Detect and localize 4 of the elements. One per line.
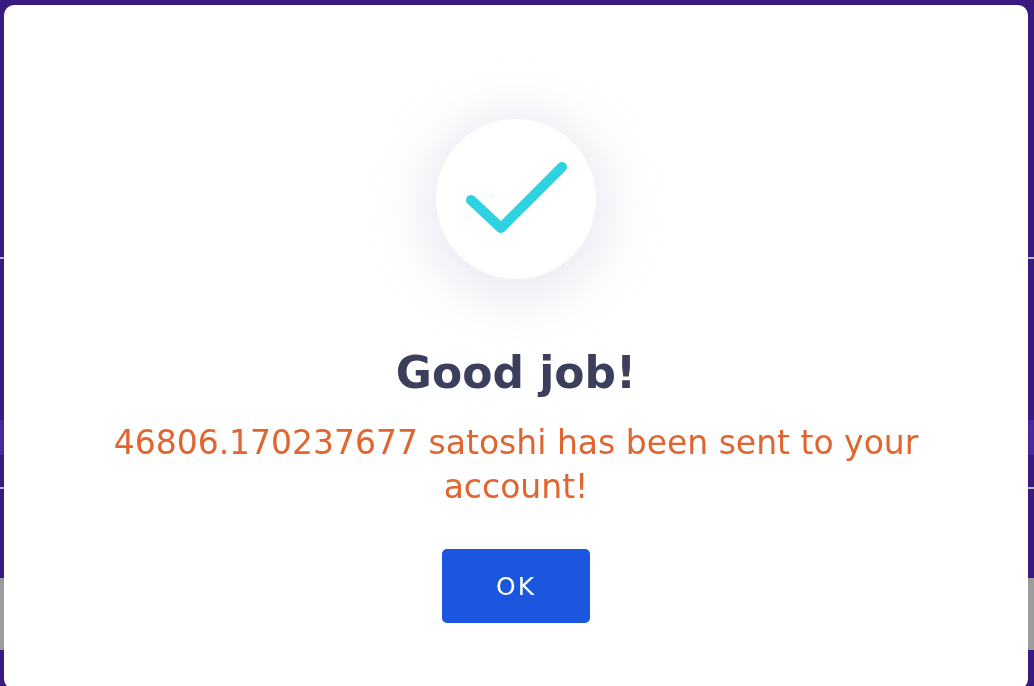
- dialog-message: 46806.170237677 satoshi has been sent to your account!: [112, 422, 920, 508]
- dialog-title: Good job!: [395, 346, 637, 399]
- ok-button[interactable]: OK: [442, 549, 590, 623]
- check-icon: [436, 119, 596, 279]
